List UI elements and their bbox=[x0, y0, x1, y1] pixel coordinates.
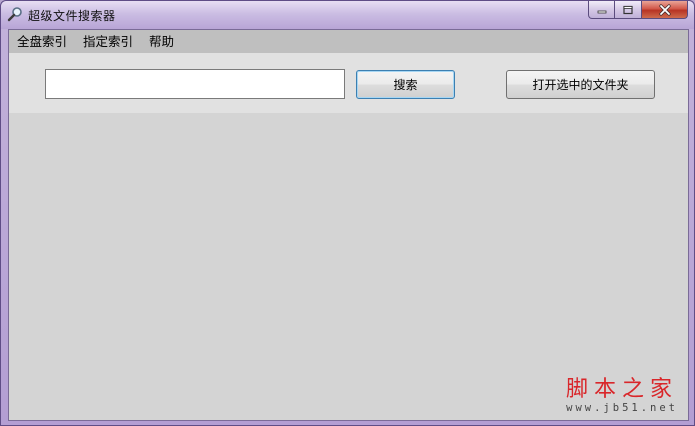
window-controls bbox=[588, 1, 688, 21]
search-panel: 搜索 打开选中的文件夹 bbox=[9, 53, 688, 113]
minimize-icon bbox=[597, 10, 606, 13]
open-selected-folder-button[interactable]: 打开选中的文件夹 bbox=[506, 70, 655, 99]
maximize-icon bbox=[623, 5, 633, 14]
watermark-main: 脚本之家 bbox=[565, 377, 678, 402]
search-input[interactable] bbox=[45, 69, 345, 99]
menu-help[interactable]: 帮助 bbox=[141, 30, 182, 53]
menu-bar: 全盘索引 指定索引 帮助 bbox=[9, 30, 688, 53]
maximize-button[interactable] bbox=[615, 1, 642, 19]
search-button[interactable]: 搜索 bbox=[356, 70, 455, 99]
minimize-button[interactable] bbox=[588, 1, 615, 19]
window-title: 超级文件搜索器 bbox=[28, 9, 116, 23]
watermark-url: www.jb51.net bbox=[566, 402, 678, 414]
menu-full-disk-index[interactable]: 全盘索引 bbox=[9, 30, 75, 53]
app-window: 超级文件搜索器 全盘索引 指定索引 帮助 搜索 打开选中的文件夹 脚本之家 ww… bbox=[0, 0, 695, 426]
site-watermark: 脚本之家 www.jb51.net bbox=[565, 377, 678, 415]
close-button[interactable] bbox=[642, 1, 688, 19]
client-area: 全盘索引 指定索引 帮助 搜索 打开选中的文件夹 脚本之家 www.jb51.n… bbox=[8, 29, 689, 421]
title-bar[interactable]: 超级文件搜索器 bbox=[1, 1, 694, 29]
menu-specified-index[interactable]: 指定索引 bbox=[75, 30, 141, 53]
magnifier-icon bbox=[7, 6, 23, 22]
close-icon bbox=[658, 3, 671, 16]
